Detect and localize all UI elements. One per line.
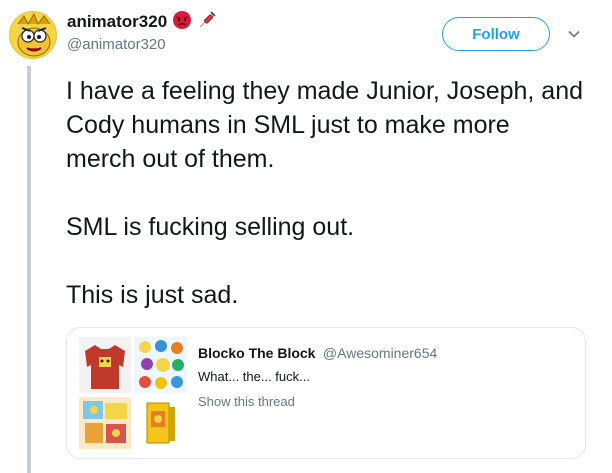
avatar-image: [10, 12, 56, 58]
avatar[interactable]: [9, 11, 57, 59]
quoted-tweet-text: What... the... fuck...: [198, 369, 310, 384]
quoted-author-handle[interactable]: @Awesominer654: [323, 345, 437, 361]
follow-button[interactable]: Follow: [442, 17, 550, 51]
quoted-tweet-media[interactable]: [79, 337, 187, 449]
show-thread-link[interactable]: Show this thread: [198, 394, 437, 409]
chevron-down-icon[interactable]: [566, 26, 582, 42]
name-row: animator320: [67, 10, 217, 34]
quoted-author-row: Blocko The Block @Awesominer654: [198, 345, 437, 363]
thread-line: [27, 66, 31, 473]
quoted-tweet-body: Blocko The Block @Awesominer654 What... …: [198, 345, 437, 409]
red-sweater-merch-image: [79, 337, 131, 393]
tweet-paragraph: SML is fucking selling out.: [66, 213, 355, 241]
tweet-header: animator320 @animator320: [67, 10, 217, 53]
syringe-emoji-icon: [197, 10, 217, 35]
character-sticker-sheet-image: [135, 337, 187, 393]
plush-box-product-image: [135, 397, 187, 449]
character-print-collage-image: [79, 397, 131, 449]
quoted-author-name[interactable]: Blocko The Block: [198, 345, 315, 361]
angry-face-emoji-icon: [172, 10, 192, 35]
author-handle[interactable]: @animator320: [67, 36, 217, 53]
quoted-tweet-card[interactable]: Blocko The Block @Awesominer654 What... …: [66, 327, 586, 459]
tweet-paragraph: I have a feeling they made Junior, Josep…: [66, 77, 584, 173]
tweet-text: I have a feeling they made Junior, Josep…: [66, 74, 586, 312]
author-display-name[interactable]: animator320: [67, 12, 167, 32]
tweet-paragraph: This is just sad.: [66, 281, 239, 309]
